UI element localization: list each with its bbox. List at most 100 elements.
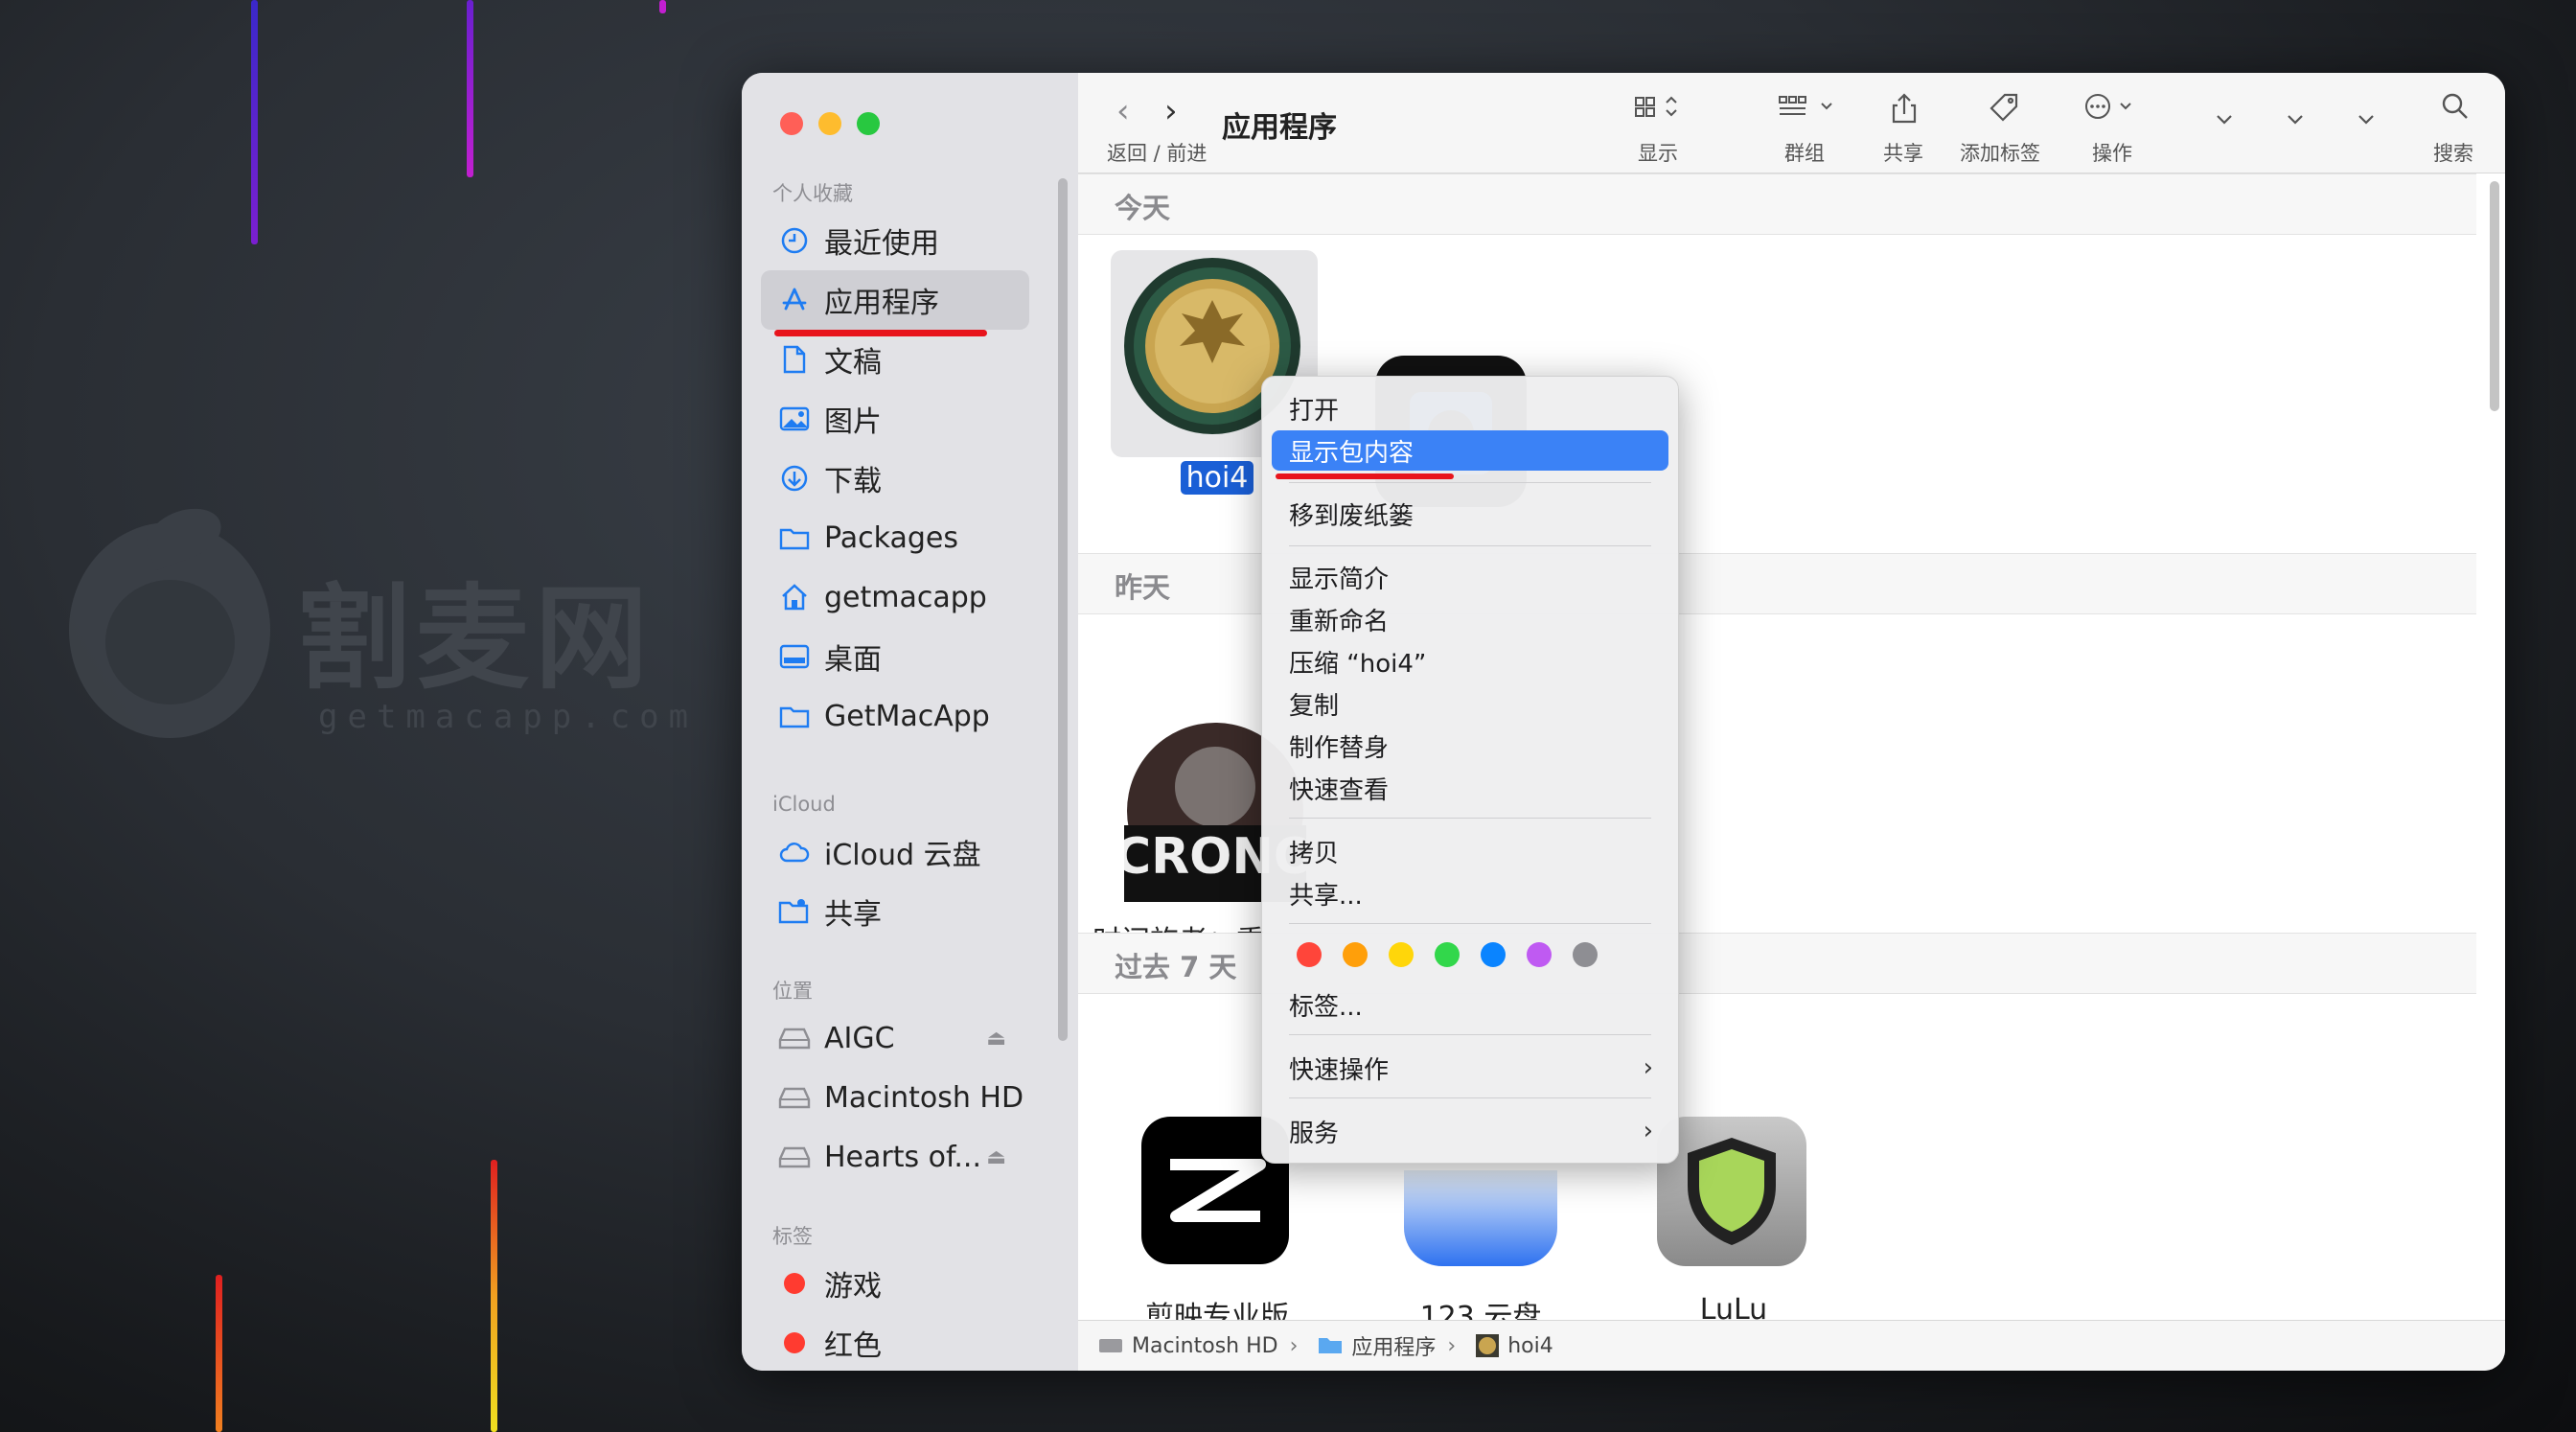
annotation-underline	[1276, 473, 1454, 479]
sidebar-item-shared[interactable]: 共享	[761, 882, 1029, 941]
chevron-down-icon[interactable]	[2215, 102, 2234, 133]
eject-icon[interactable]: ⏏	[986, 1027, 1006, 1051]
path-segment-macintosh-hd[interactable]: Macintosh HD	[1097, 1334, 1278, 1358]
sidebar-item-label: 下载	[824, 465, 882, 498]
sidebar-item-label: getmacapp	[824, 580, 987, 614]
drive-icon	[776, 1086, 813, 1109]
tag-color-blue[interactable]	[1481, 942, 1506, 967]
shared-folder-icon	[776, 898, 813, 925]
forward-button[interactable]: ›	[1164, 92, 1178, 130]
menu-item-copy[interactable]: 拷贝	[1272, 831, 1668, 871]
sidebar-item-icloud-drive[interactable]: iCloud 云盘	[761, 822, 1029, 882]
group-header-today: 今天	[1078, 173, 2476, 235]
menu-item-share[interactable]: 共享...	[1272, 873, 1668, 913]
tag-color-gray[interactable]	[1573, 942, 1598, 967]
sidebar-item-label: AIGC	[824, 1021, 895, 1055]
menu-separator	[1289, 1034, 1651, 1035]
path-bar: Macintosh HD › 应用程序 › hoi4	[1078, 1320, 2505, 1371]
content-scrollbar[interactable]	[2490, 181, 2499, 411]
tag-color-orange[interactable]	[1343, 942, 1368, 967]
sidebar-item-downloads[interactable]: 下载	[761, 449, 1029, 508]
sidebar-item-label: 游戏	[824, 1270, 882, 1304]
sidebar-item-applications[interactable]: 应用程序	[761, 270, 1029, 330]
tag-color-purple[interactable]	[1527, 942, 1552, 967]
sidebar-item-label: Macintosh HD	[824, 1080, 1024, 1115]
folder-icon	[776, 704, 813, 728]
sidebar-item-macintosh-hd[interactable]: Macintosh HD	[761, 1068, 1029, 1127]
bg-streak	[216, 1275, 222, 1432]
sidebar-item-label: Packages	[824, 520, 958, 555]
minimize-button[interactable]	[818, 112, 841, 135]
menu-item-compress[interactable]: 压缩 “hoi4”	[1272, 641, 1668, 681]
zoom-button[interactable]	[857, 112, 880, 135]
menu-item-show-package[interactable]: 显示包内容	[1272, 430, 1668, 471]
tag-icon[interactable]	[1989, 92, 2019, 129]
group-label: 群组	[1784, 142, 1825, 165]
menu-separator	[1289, 1097, 1651, 1098]
menu-item-get-info[interactable]: 显示简介	[1272, 557, 1668, 597]
chevron-right-icon: ›	[1643, 1053, 1653, 1082]
app-item-lulu[interactable]	[1657, 1117, 1806, 1266]
menu-separator	[1289, 482, 1651, 483]
tag-color-yellow[interactable]	[1389, 942, 1414, 967]
sidebar-item-label: 共享	[824, 898, 882, 932]
action-button[interactable]	[2084, 92, 2142, 127]
close-button[interactable]	[780, 112, 803, 135]
drive-icon	[776, 1027, 813, 1050]
sidebar: 个人收藏 最近使用 应用程序 文稿 图片 下载 Packages getmaca…	[742, 73, 1079, 1371]
watermark-logo-icon	[69, 498, 270, 738]
sidebar-item-home[interactable]: getmacapp	[761, 567, 1029, 627]
menu-separator	[1289, 923, 1651, 924]
sidebar-item-desktop[interactable]: 桌面	[761, 627, 1029, 686]
sidebar-item-hearts-of[interactable]: Hearts of... ⏏	[761, 1127, 1029, 1187]
window-title: 应用程序	[1222, 111, 1337, 145]
chevron-down-icon[interactable]	[2286, 102, 2305, 133]
sidebar-item-recents[interactable]: 最近使用	[761, 211, 1029, 270]
sidebar-item-tag-games[interactable]: 游戏	[761, 1254, 1029, 1313]
menu-separator	[1289, 818, 1651, 819]
bg-streak	[659, 0, 666, 13]
back-button[interactable]: ‹	[1116, 92, 1130, 130]
group-button[interactable]	[1778, 92, 1841, 127]
share-icon[interactable]	[1890, 92, 1919, 131]
cloud-icon	[776, 841, 813, 864]
nav-caption: 返回 / 前进	[1107, 142, 1208, 165]
menu-item-duplicate[interactable]: 复制	[1272, 683, 1668, 724]
path-segment-hoi4[interactable]: hoi4	[1475, 1333, 1553, 1358]
menu-item-quick-actions[interactable]: 快速操作 ›	[1272, 1048, 1668, 1088]
app-item-123pan[interactable]	[1404, 1170, 1557, 1266]
tag-color-green[interactable]	[1435, 942, 1460, 967]
search-icon[interactable]	[2441, 92, 2470, 127]
menu-item-open[interactable]: 打开	[1272, 388, 1668, 428]
sidebar-header-locations: 位置	[772, 980, 813, 1003]
view-button[interactable]	[1634, 92, 1691, 127]
sidebar-item-getmacapp[interactable]: GetMacApp	[761, 686, 1029, 746]
menu-item-trash[interactable]: 移到废纸篓	[1272, 494, 1668, 534]
sidebar-item-label: iCloud 云盘	[824, 839, 981, 872]
path-segment-applications[interactable]: 应用程序	[1317, 1330, 1436, 1361]
tag-color-red[interactable]	[1297, 942, 1322, 967]
menu-item-make-alias[interactable]: 制作替身	[1272, 726, 1668, 766]
sidebar-scrollbar[interactable]	[1058, 178, 1068, 1041]
menu-separator	[1289, 545, 1651, 546]
eject-icon[interactable]: ⏏	[986, 1145, 1006, 1169]
sidebar-item-pictures[interactable]: 图片	[761, 389, 1029, 449]
menu-item-rename[interactable]: 重新命名	[1272, 599, 1668, 639]
sidebar-item-tag-red[interactable]: 红色	[761, 1313, 1029, 1371]
menu-item-quick-look[interactable]: 快速查看	[1272, 768, 1668, 808]
chevron-down-icon[interactable]	[2357, 102, 2376, 133]
sidebar-item-documents[interactable]: 文稿	[761, 330, 1029, 389]
sidebar-item-label: 图片	[824, 405, 882, 439]
menu-item-services[interactable]: 服务 ›	[1272, 1111, 1668, 1151]
menu-item-tags[interactable]: 标签...	[1272, 984, 1668, 1025]
download-icon	[776, 464, 813, 493]
sidebar-item-packages[interactable]: Packages	[761, 508, 1029, 567]
folder-icon	[1319, 1338, 1343, 1353]
sidebar-item-label: Hearts of...	[824, 1140, 982, 1174]
sidebar-header-icloud: iCloud	[772, 793, 836, 816]
search-label: 搜索	[2433, 142, 2473, 165]
drive-icon	[776, 1145, 813, 1168]
chevron-right-icon: ›	[1447, 1333, 1457, 1358]
watermark-url: getmacapp.com	[318, 698, 699, 736]
sidebar-item-aigc[interactable]: AIGC ⏏	[761, 1008, 1029, 1068]
